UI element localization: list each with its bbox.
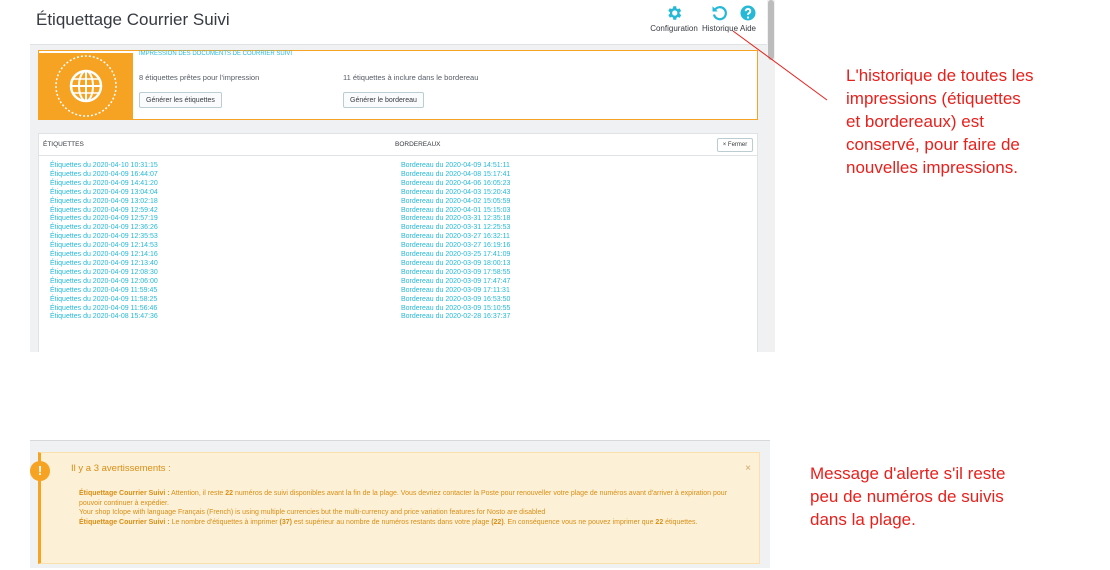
postage-stamp-icon — [55, 55, 117, 117]
alert-annotation: Message d'alerte s'il reste peu de numér… — [810, 462, 1005, 531]
history-annotation-line: nouvelles impressions. — [846, 158, 1018, 177]
list-item[interactable]: Bordereau du 2020-03-09 16:53:50 — [401, 296, 510, 305]
list-item[interactable]: Bordereau du 2020-03-09 18:00:13 — [401, 260, 510, 269]
list-item[interactable]: Bordereau du 2020-03-09 15:10:55 — [401, 305, 510, 314]
list-item[interactable]: Étiquettes du 2020-04-09 14:41:20 — [50, 180, 158, 189]
generate-labels-button[interactable]: Générer les étiquettes — [139, 92, 222, 108]
history-annotation-line: impressions (étiquettes — [846, 89, 1021, 108]
toolbar-history-label: Historique — [702, 24, 738, 33]
list-item[interactable]: Étiquettes du 2020-04-09 12:57:19 — [50, 215, 158, 224]
list-item[interactable]: Bordereau du 2020-04-03 15:20:43 — [401, 189, 510, 198]
list-item[interactable]: Étiquettes du 2020-04-09 12:13:40 — [50, 260, 158, 269]
list-item[interactable]: Bordereau du 2020-03-09 17:47:47 — [401, 278, 510, 287]
toolbar-configuration-label: Configuration — [650, 24, 698, 33]
list-item[interactable]: Bordereau du 2020-04-06 16:05:23 — [401, 180, 510, 189]
list-item[interactable]: Étiquettes du 2020-04-09 13:02:18 — [50, 198, 158, 207]
alert-annotation-line: peu de numéros de suivis — [810, 487, 1004, 506]
alert-annotation-line: Message d'alerte s'il reste — [810, 464, 1006, 483]
list-item[interactable]: Étiquettes du 2020-04-09 11:58:25 — [50, 296, 158, 305]
toolbar-history-button[interactable]: Historique — [702, 4, 738, 33]
page-title: Étiquettage Courrier Suivi — [36, 10, 230, 29]
help-icon — [740, 5, 756, 21]
list-item[interactable]: Étiquettes du 2020-04-09 12:14:53 — [50, 242, 158, 251]
list-item[interactable]: Étiquettes du 2020-04-09 11:59:45 — [50, 287, 158, 296]
list-item[interactable]: Étiquettes du 2020-04-09 12:35:53 — [50, 233, 158, 242]
list-item[interactable]: Bordereau du 2020-03-31 12:35:18 — [401, 215, 510, 224]
history-panel: ÉTIQUETTES BORDEREAUX × Fermer Étiquette… — [38, 133, 758, 352]
list-item[interactable]: Étiquettes du 2020-04-09 12:08:30 — [50, 269, 158, 278]
close-icon[interactable]: × — [745, 463, 751, 474]
history-annotation-line: L'historique de toutes les — [846, 66, 1034, 85]
labels-column-heading: ÉTIQUETTES — [43, 141, 84, 148]
history-annotation-line: conservé, pour faire de — [846, 135, 1020, 154]
list-item[interactable]: Étiquettes du 2020-04-10 10:31:15 — [50, 162, 158, 171]
list-item[interactable]: Bordereau du 2020-04-09 14:51:11 — [401, 162, 510, 171]
list-item[interactable]: Bordereau du 2020-04-01 15:15:03 — [401, 207, 510, 216]
print-panel-heading: IMPRESSION DES DOCUMENTS DE COURRIER SUI… — [139, 51, 293, 57]
list-item[interactable]: Bordereau du 2020-03-31 12:25:53 — [401, 224, 510, 233]
list-item[interactable]: Étiquettes du 2020-04-09 13:04:04 — [50, 189, 158, 198]
warning-icon: ! — [30, 461, 50, 481]
alert-body: Étiquettage Courrier Suivi : Attention, … — [79, 489, 749, 527]
close-history-button[interactable]: × Fermer — [717, 138, 753, 152]
generate-bordereau-button[interactable]: Générer le bordereau — [343, 92, 424, 108]
list-item[interactable]: Bordereau du 2020-04-08 15:17:41 — [401, 171, 510, 180]
print-documents-panel: IMPRESSION DES DOCUMENTS DE COURRIER SUI… — [38, 50, 758, 120]
bordereau-ready-text: 11 étiquettes à inclure dans le borderea… — [343, 73, 479, 82]
alert-message: Your shop Iclope with language Français … — [79, 509, 546, 517]
history-annotation-line: et bordereaux) est — [846, 112, 984, 131]
toolbar-help-label: Aide — [739, 24, 756, 33]
toolbar-help-button[interactable]: Aide — [736, 4, 760, 33]
labels-ready-text: 8 étiquettes prêtes pour l'impression — [139, 73, 260, 82]
toolbar-configuration-button[interactable]: Configuration — [648, 4, 700, 33]
page: Étiquettage Courrier Suivi Configuration… — [0, 0, 1110, 570]
alert-screenshot: ! Il y a 3 avertissements : × Étiquettag… — [30, 440, 770, 568]
list-item[interactable]: Bordereau du 2020-03-27 16:19:16 — [401, 242, 510, 251]
history-annotation: L'historique de toutes les impressions (… — [846, 64, 1034, 179]
list-item[interactable]: Étiquettes du 2020-04-09 16:44:07 — [50, 171, 158, 180]
alert-title: Il y a 3 avertissements : — [71, 463, 171, 474]
alert-message: Étiquettage Courrier Suivi : Attention, … — [79, 490, 728, 507]
list-item[interactable]: Étiquettes du 2020-04-09 12:36:26 — [50, 224, 158, 233]
module-screenshot: Étiquettage Courrier Suivi Configuration… — [30, 0, 775, 352]
labels-history-list: Étiquettes du 2020-04-10 10:31:15 Étiquet… — [50, 162, 158, 322]
list-item[interactable]: Bordereau du 2020-03-09 17:11:31 — [401, 287, 510, 296]
list-item[interactable]: Étiquettes du 2020-04-08 15:47:36 — [50, 313, 158, 322]
bordereaux-history-list: Bordereau du 2020-04-09 14:51:11 Borderea… — [401, 162, 510, 322]
list-item[interactable]: Étiquettes du 2020-04-09 12:06:00 — [50, 278, 158, 287]
history-icon — [712, 6, 727, 21]
list-item[interactable]: Bordereau du 2020-04-02 15:05:59 — [401, 198, 510, 207]
list-item[interactable]: Bordereau du 2020-03-27 16:32:11 — [401, 233, 510, 242]
list-item[interactable]: Bordereau du 2020-03-25 17:41:09 — [401, 251, 510, 260]
history-panel-header: ÉTIQUETTES BORDEREAUX × Fermer — [39, 134, 757, 156]
list-item[interactable]: Bordereau du 2020-02-28 16:37:37 — [401, 313, 510, 322]
bordereaux-column-heading: BORDEREAUX — [395, 141, 441, 148]
scrollbar-thumb[interactable] — [768, 0, 774, 60]
page-header: Étiquettage Courrier Suivi Configuration… — [30, 0, 767, 45]
alert-message: Étiquettage Courrier Suivi : Le nombre d… — [79, 518, 698, 526]
courrier-suivi-stamp-logo — [39, 53, 133, 119]
list-item[interactable]: Étiquettes du 2020-04-09 12:14:16 — [50, 251, 158, 260]
gear-icon — [668, 6, 682, 20]
alert-annotation-line: dans la plage. — [810, 510, 916, 529]
warning-alert: ! Il y a 3 avertissements : × Étiquettag… — [30, 452, 760, 564]
list-item[interactable]: Bordereau du 2020-03-09 17:58:55 — [401, 269, 510, 278]
